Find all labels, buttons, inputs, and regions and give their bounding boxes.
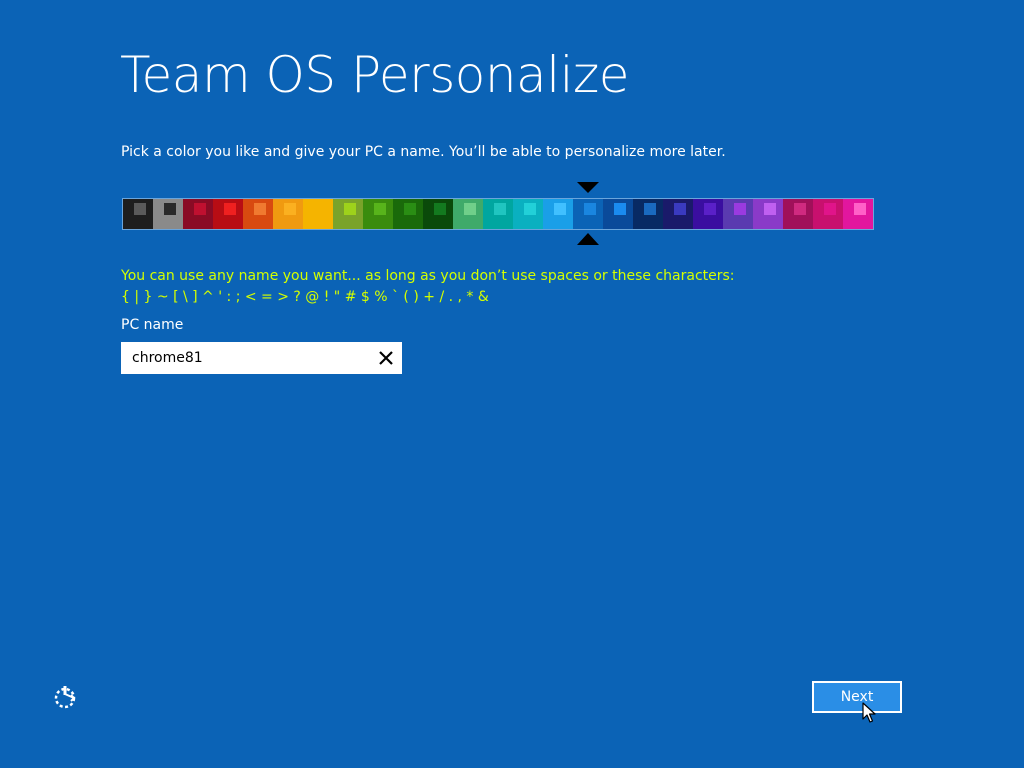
color-swatch[interactable] xyxy=(333,199,363,229)
color-swatch-accent xyxy=(224,203,236,215)
color-swatch-accent xyxy=(464,203,476,215)
color-swatch[interactable] xyxy=(273,199,303,229)
name-rules-hint: You can use any name you want... as long… xyxy=(121,266,735,308)
forbidden-characters-line: { | } ~ [ \ ] ^ ' : ; < = > ? @ ! " # $ … xyxy=(121,289,489,305)
color-swatch[interactable] xyxy=(543,199,573,229)
name-rules-line: You can use any name you want... as long… xyxy=(121,268,735,284)
color-swatch[interactable] xyxy=(693,199,723,229)
color-swatch[interactable] xyxy=(483,199,513,229)
color-swatch[interactable] xyxy=(423,199,453,229)
color-swatch-accent xyxy=(644,203,656,215)
color-swatch[interactable] xyxy=(453,199,483,229)
color-swatch[interactable] xyxy=(153,199,183,229)
color-swatch[interactable] xyxy=(123,199,153,229)
color-swatch-accent xyxy=(824,203,836,215)
color-swatch-accent xyxy=(554,203,566,215)
color-swatch-accent xyxy=(344,203,356,215)
color-swatch-accent xyxy=(674,203,686,215)
color-swatch-accent xyxy=(764,203,776,215)
color-swatch-accent xyxy=(734,203,746,215)
color-swatch[interactable] xyxy=(633,199,663,229)
color-swatch[interactable] xyxy=(843,199,873,229)
clear-text-icon[interactable] xyxy=(376,348,396,368)
color-swatch[interactable] xyxy=(723,199,753,229)
color-swatch-accent xyxy=(794,203,806,215)
color-swatch[interactable] xyxy=(513,199,543,229)
color-swatch[interactable] xyxy=(243,199,273,229)
color-swatch-accent xyxy=(404,203,416,215)
color-swatch[interactable] xyxy=(753,199,783,229)
color-swatch-accent xyxy=(524,203,536,215)
pc-name-label: PC name xyxy=(121,317,184,333)
color-palette xyxy=(122,198,874,230)
color-swatch[interactable] xyxy=(363,199,393,229)
color-swatch[interactable] xyxy=(213,199,243,229)
color-swatch[interactable] xyxy=(303,199,333,229)
color-swatch-accent xyxy=(614,203,626,215)
color-swatch-accent xyxy=(374,203,386,215)
color-swatch-accent xyxy=(494,203,506,215)
color-swatch-accent xyxy=(704,203,716,215)
color-swatch-accent xyxy=(254,203,266,215)
color-swatch[interactable] xyxy=(183,199,213,229)
color-swatch[interactable] xyxy=(813,199,843,229)
color-swatch-accent xyxy=(284,203,296,215)
selected-color-bottom-marker-icon xyxy=(577,233,599,245)
color-swatch[interactable] xyxy=(573,199,603,229)
color-swatch-accent xyxy=(584,203,596,215)
color-swatch[interactable] xyxy=(783,199,813,229)
pc-name-input[interactable] xyxy=(121,342,371,374)
color-swatch-accent xyxy=(164,203,176,215)
color-swatch-accent xyxy=(194,203,206,215)
ease-of-access-icon[interactable] xyxy=(52,684,80,710)
selected-color-top-marker-icon xyxy=(577,182,599,193)
color-swatch[interactable] xyxy=(603,199,633,229)
next-button[interactable]: Next xyxy=(812,681,902,713)
page-title: Team OS Personalize xyxy=(120,46,629,104)
color-swatch-accent xyxy=(314,203,326,215)
color-swatch[interactable] xyxy=(393,199,423,229)
color-swatch[interactable] xyxy=(663,199,693,229)
pc-name-field xyxy=(121,342,402,374)
color-swatch-accent xyxy=(854,203,866,215)
page-subtitle: Pick a color you like and give your PC a… xyxy=(121,144,726,160)
color-swatch-accent xyxy=(134,203,146,215)
color-swatch-accent xyxy=(434,203,446,215)
